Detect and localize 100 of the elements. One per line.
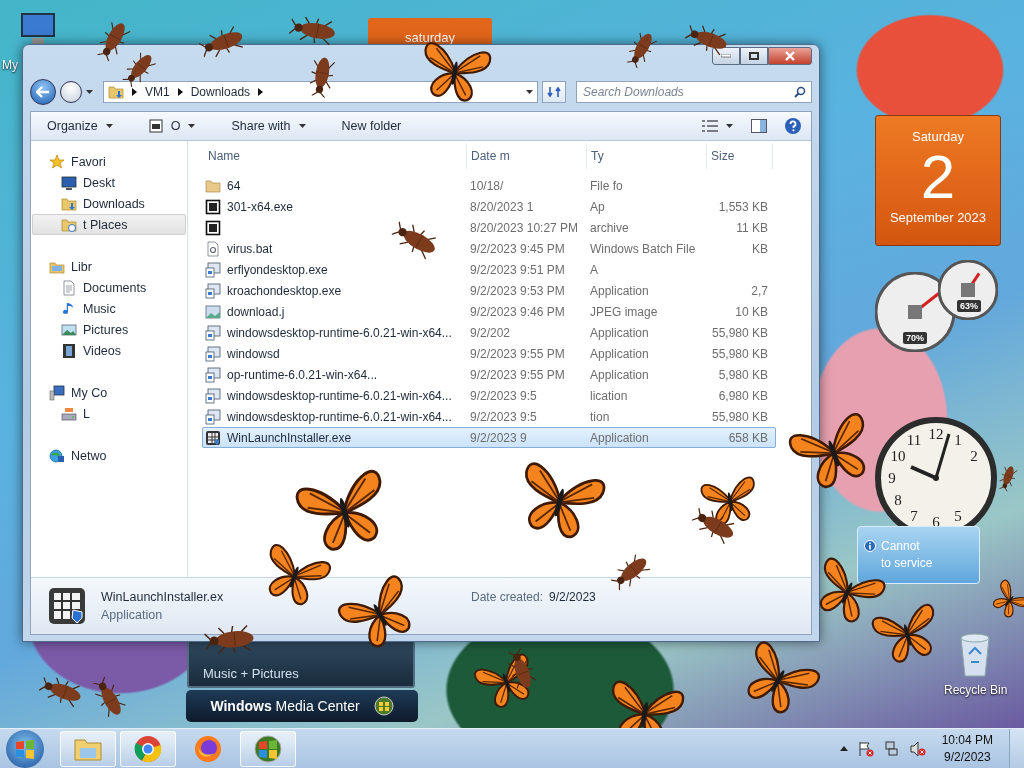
preview-pane-button[interactable] <box>751 119 767 133</box>
dropdown-caret-icon <box>526 90 533 94</box>
file-row[interactable]: windowsdesktop-runtime-6.0.21-win-x64... 9/2/2023 9:5 lication 6,980 KB <box>202 385 776 406</box>
clock-numeral: 7 <box>910 508 918 525</box>
nav-item[interactable]: My Co <box>32 382 186 403</box>
setup-program-icon <box>205 282 221 299</box>
size-cell: 2,7 <box>751 283 768 298</box>
download-folder-icon <box>108 84 124 100</box>
date-cell: 9/2/2023 9:51 PM <box>470 262 565 277</box>
nav-item[interactable]: L <box>32 403 186 424</box>
network-icon[interactable] <box>883 740 900 757</box>
close-button[interactable] <box>768 47 812 65</box>
nav-item[interactable]: Downloads <box>32 193 186 214</box>
calendar-day: 2 <box>920 144 956 210</box>
info-icon <box>864 540 876 552</box>
windows-taskbar-icon[interactable] <box>240 730 296 767</box>
file-name: virus.bat <box>227 241 273 256</box>
type-cell: Application <box>590 325 649 340</box>
archive-icon <box>205 198 221 215</box>
toolbar-menu-button[interactable]: Organize <box>41 116 119 136</box>
file-row[interactable]: windowsdesktop-runtime-6.0.21-win-x64... 9/2/2023 9:5 tion 55,980 KB <box>202 406 776 427</box>
nav-item[interactable]: Music <box>32 298 186 319</box>
nav-item[interactable]: Pictures <box>32 319 186 340</box>
chevron-icon <box>177 88 183 96</box>
folder-icon <box>205 177 221 194</box>
calendar-weekday: saturday <box>405 30 455 45</box>
installer-icon <box>47 586 87 626</box>
search-field[interactable]: Search Downloads <box>576 81 812 103</box>
weather-message: to service <box>880 556 934 570</box>
calendar-weekday: Saturday <box>911 129 964 144</box>
gauge-reading: 63% <box>957 300 981 312</box>
size-cell: 11 KB <box>736 220 768 235</box>
breadcrumb[interactable]: Downloads <box>190 85 251 99</box>
computer-icon <box>49 384 65 401</box>
maximize-button[interactable] <box>740 47 768 65</box>
date-cell: 8/20/2023 10:27 PM <box>470 220 579 235</box>
nav-item[interactable]: Libr <box>32 256 186 277</box>
drive-icon <box>61 405 77 422</box>
file-row[interactable]: 8/20/2023 10:27 PM archive 11 KB <box>202 217 776 238</box>
close-icon <box>784 51 796 61</box>
file-row[interactable]: windowsd 9/2/2023 9:55 PM Application 55,980 KB <box>202 343 776 364</box>
nav-item[interactable]: Favori <box>32 151 186 172</box>
detail-label: Date created: <box>471 590 544 604</box>
nav-item[interactable]: Deskt <box>32 172 186 193</box>
media-center-button[interactable]: Windows Media Center <box>186 690 418 722</box>
refresh-button[interactable] <box>542 81 566 103</box>
file-row[interactable]: WinLaunchInstaller.exe 9/2/2023 9 Application 658 KB <box>202 427 776 448</box>
file-name: windowsdesktop-runtime-6.0.21-win-x64... <box>227 388 452 403</box>
minimize-button[interactable] <box>712 47 740 65</box>
toolbar-menu-button[interactable]: Share with <box>225 116 312 136</box>
column-header[interactable]: Date m <box>467 143 587 169</box>
address-bar[interactable]: VM1 Downloads <box>103 81 538 103</box>
nav-item[interactable]: t Places <box>32 214 186 235</box>
file-name: download.j <box>227 304 285 319</box>
nav-item[interactable]: Documents <box>32 277 186 298</box>
date-cell: 9/2/2023 9:55 PM <box>470 346 565 361</box>
file-row[interactable]: erflyondesktop.exe 9/2/2023 9:51 PM A <box>202 259 776 280</box>
nav-item[interactable]: Netwo <box>32 445 186 466</box>
file-row[interactable]: 301-x64.exe 8/20/2023 1 Ap 1,553 KB <box>202 196 776 217</box>
new-folder-button[interactable]: New folder <box>335 116 408 136</box>
column-header[interactable]: Ty <box>587 143 707 169</box>
file-name: windowsdesktop-runtime-6.0.21-win-x64... <box>227 409 452 424</box>
chrome-taskbar-icon[interactable] <box>120 730 176 767</box>
history-caret-icon <box>86 90 93 94</box>
globe-icon <box>49 447 65 464</box>
start-button[interactable] <box>6 729 44 768</box>
help-button[interactable] <box>785 118 801 134</box>
column-header[interactable]: Name <box>204 143 467 169</box>
file-name: op-runtime-6.0.21-win-x64... <box>227 367 378 382</box>
view-options-button[interactable] <box>702 120 733 132</box>
date-cell: 9/2/2023 9 <box>470 430 527 445</box>
date-cell: 9/2/2023 9:45 PM <box>470 241 565 256</box>
file-name: windowsdesktop-runtime-6.0.21-win-x64... <box>227 325 452 340</box>
refresh-icon <box>547 86 561 98</box>
file-row[interactable]: 64 10/18/ File fo <box>202 175 776 196</box>
type-cell: tion <box>590 409 610 424</box>
column-header[interactable]: Size <box>707 143 773 169</box>
script-file-icon <box>205 240 221 257</box>
star-icon <box>49 153 65 170</box>
speaker-muted-icon[interactable] <box>909 740 926 757</box>
desktop-icon-label[interactable]: Recycle Bin <box>944 683 1008 697</box>
size-cell: 10 KB <box>735 304 768 319</box>
nav-item[interactable]: Videos <box>32 340 186 361</box>
setup-program-icon <box>205 408 221 425</box>
file-row[interactable]: virus.bat 9/2/2023 9:45 PM Windows Batch File KB <box>202 238 776 259</box>
date-cell: 9/2/2023 9:46 PM <box>470 304 565 319</box>
show-hidden-icons-button[interactable] <box>839 746 848 751</box>
toolbar-menu-button[interactable]: O <box>142 116 202 136</box>
file-row[interactable]: download.j 9/2/2023 9:46 PM JPEG image 10 KB <box>202 301 776 322</box>
media-strip[interactable]: Music + Pictures <box>187 640 415 688</box>
type-cell: Application <box>590 346 649 361</box>
file-row[interactable]: op-runtime-6.0.21-win-x64... 9/2/2023 9:55 PM Application 5,980 KB <box>202 364 776 385</box>
taskbar-clock[interactable]: 10:04 PM 9/2/2023 <box>935 733 999 764</box>
flag-icon[interactable] <box>857 740 874 757</box>
back-button[interactable] <box>30 79 56 105</box>
file-row[interactable]: kroachondesktop.exe 9/2/2023 9:53 PM Application 2,7 <box>202 280 776 301</box>
forward-button[interactable] <box>60 81 82 103</box>
size-cell: 55,980 KB <box>711 346 768 361</box>
breadcrumb[interactable]: VM1 <box>145 85 170 99</box>
file-row[interactable]: windowsdesktop-runtime-6.0.21-win-x64... 9/2/202 Application 55,980 KB <box>202 322 776 343</box>
